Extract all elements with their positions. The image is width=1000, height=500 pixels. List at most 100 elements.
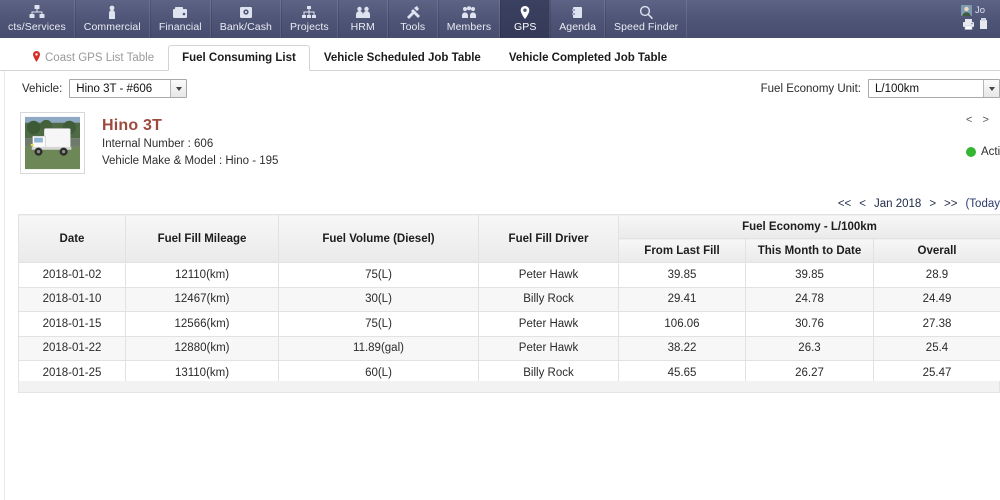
vehicle-select[interactable]: Hino 3T - #606 [69,79,188,98]
pager-next-button[interactable]: > [929,198,936,210]
table-body: 2018-01-02 12110(km) 75(L) Peter Hawk 39.85 3… [18,262,1000,386]
nav-item-gps[interactable]: GPS [500,0,551,38]
tab-vehicle-scheduled-job-table[interactable]: Vehicle Scheduled Job Table [310,45,495,71]
user-account[interactable]: Jo [961,5,985,16]
col-header-date[interactable]: Date [18,214,126,263]
search-icon [638,4,654,20]
table-row[interactable]: 2018-01-02 12110(km) 75(L) Peter Hawk 39.85 3… [18,262,1000,288]
people-icon [355,4,371,20]
agenda-icon [570,4,586,20]
top-navigation-bar: cts/Services Commercial Financial Bank/Cash… [0,0,1000,38]
pager-current-month: Jan 2018 [873,198,922,210]
nav-item-label: Commercial [83,21,141,33]
truck-photo-icon [25,116,80,170]
cell-overall: 27.38 [873,311,1000,337]
products-services-icon [29,4,45,20]
nav-item-agenda[interactable]: Agenda [550,0,606,38]
sitemap-icon [301,4,317,20]
avatar [961,5,972,16]
map-pin-icon [517,4,533,20]
cell-month-to-date: 26.3 [745,335,874,361]
nav-item-label: Projects [290,21,329,33]
cell-fuel-fill-mileage: 12110(km) [125,262,279,288]
cell-overall: 28.9 [873,262,1000,288]
month-pager: << < Jan 2018 > >> (Today [838,198,1000,210]
nav-item-speed-finder[interactable]: Speed Finder [605,0,688,38]
col-header-fuel-fill-mileage[interactable]: Fuel Fill Mileage [125,214,279,263]
tab-label: Vehicle Scheduled Job Table [323,52,481,64]
col-header-from-last-fill[interactable]: From Last Fill [618,238,746,263]
fuel-consuming-table-wrapper: Date Fuel Fill Mileage Fuel Volume (Dies… [18,214,1000,386]
nav-item-bank-cash[interactable]: Bank/Cash [210,0,281,38]
table-head: Date Fuel Fill Mileage Fuel Volume (Dies… [18,214,1000,263]
table-row[interactable]: 2018-01-15 12566(km) 75(L) Peter Hawk 106.06… [18,311,1000,337]
nav-item-cts-services[interactable]: cts/Services [0,0,75,38]
pager-first-button[interactable]: << [838,198,851,210]
tab-label: Coast GPS List Table [45,52,155,64]
cell-fuel-volume: 11.89(gal) [278,335,479,361]
fuel-consuming-table: Date Fuel Fill Mileage Fuel Volume (Dies… [18,214,1000,386]
cell-date: 2018-01-22 [18,335,126,361]
nav-item-label: GPS [513,21,537,33]
map-pin-icon [32,50,41,66]
cell-fuel-fill-driver[interactable]: Peter Hawk [478,335,619,361]
tab-coast-gps-list-table[interactable]: Coast GPS List Table [18,45,168,71]
nav-item-label: Tools [400,21,426,33]
cell-fuel-fill-driver[interactable]: Peter Hawk [478,262,619,288]
pager-last-button[interactable]: >> [944,198,957,210]
cell-from-last-fill: 39.85 [618,262,746,288]
content-tab-strip: Coast GPS List Table Fuel Consuming List V… [0,38,1000,71]
col-header-overall[interactable]: Overall [873,238,1000,263]
cell-month-to-date: 30.76 [745,311,874,337]
tab-fuel-consuming-list[interactable]: Fuel Consuming List [168,45,310,71]
table-header-row-1: Date Fuel Fill Mileage Fuel Volume (Dies… [18,214,1000,263]
nav-item-label: HRM [350,21,375,33]
chevron-down-icon [170,80,187,97]
nav-item-hrm[interactable]: HRM [337,0,388,38]
vehicle-next-button[interactable]: > [982,114,988,126]
vehicle-card-right: < > Active [966,114,1000,158]
cell-month-to-date: 39.85 [745,262,874,288]
vehicle-summary-card: Hino 3T Internal Number : 606 Vehicle Ma… [20,112,278,174]
filter-row: Vehicle: Hino 3T - #606 Fuel Economy Uni… [0,79,1000,105]
user-name: Jo [975,5,986,16]
vehicle-thumbnail[interactable] [20,112,85,174]
nav-item-label: Financial [158,21,202,33]
members-icon [461,4,477,20]
col-header-fuel-volume[interactable]: Fuel Volume (Diesel) [278,214,479,263]
fuel-unit-select[interactable]: L/100km [868,79,1000,98]
fuel-unit-label: Fuel Economy Unit: [760,82,861,95]
vehicle-internal-number: Internal Number : 606 [102,138,214,150]
printer-icon[interactable] [962,18,975,33]
cell-fuel-volume: 75(L) [278,262,479,288]
pager-today-button[interactable]: (Today [965,198,1000,210]
nav-item-members[interactable]: Members [437,0,501,38]
nav-item-label: Bank/Cash [219,21,272,33]
table-row[interactable]: 2018-01-10 12467(km) 30(L) Billy Rock 29.41 2… [18,286,1000,312]
nav-item-commercial[interactable]: Commercial [74,0,150,38]
cell-fuel-fill-driver[interactable]: Billy Rock [478,286,619,312]
nav-right-tools: Jo [958,0,1000,38]
col-header-month-to-date[interactable]: This Month to Date [745,238,874,263]
nav-item-tools[interactable]: Tools [387,0,438,38]
table-footer-bar [18,381,1000,393]
vehicle-select-value: Hino 3T - #606 [76,82,153,95]
fuel-unit-value: L/100km [875,82,920,95]
tab-vehicle-completed-job-table[interactable]: Vehicle Completed Job Table [495,45,681,71]
left-rail [0,71,5,500]
extra-tool-icon[interactable] [980,18,987,33]
nav-item-label: Agenda [559,21,597,33]
status-dot-icon [966,147,976,157]
pager-prev-button[interactable]: < [859,198,866,210]
nav-item-label: Members [446,21,492,33]
tools-icon [405,4,421,20]
cell-date: 2018-01-15 [18,311,126,337]
cell-fuel-fill-driver[interactable]: Peter Hawk [478,311,619,337]
nav-item-projects[interactable]: Projects [281,0,338,38]
col-header-fuel-fill-driver[interactable]: Fuel Fill Driver [478,214,619,263]
vehicle-prev-button[interactable]: < [966,114,972,126]
fuel-consuming-list-page: cts/Services Commercial Financial Bank/Cash… [0,0,1000,500]
table-row[interactable]: 2018-01-22 12880(km) 11.89(gal) Peter Hawk 3… [18,335,1000,361]
nav-item-financial[interactable]: Financial [149,0,211,38]
cell-overall: 24.49 [873,286,1000,312]
